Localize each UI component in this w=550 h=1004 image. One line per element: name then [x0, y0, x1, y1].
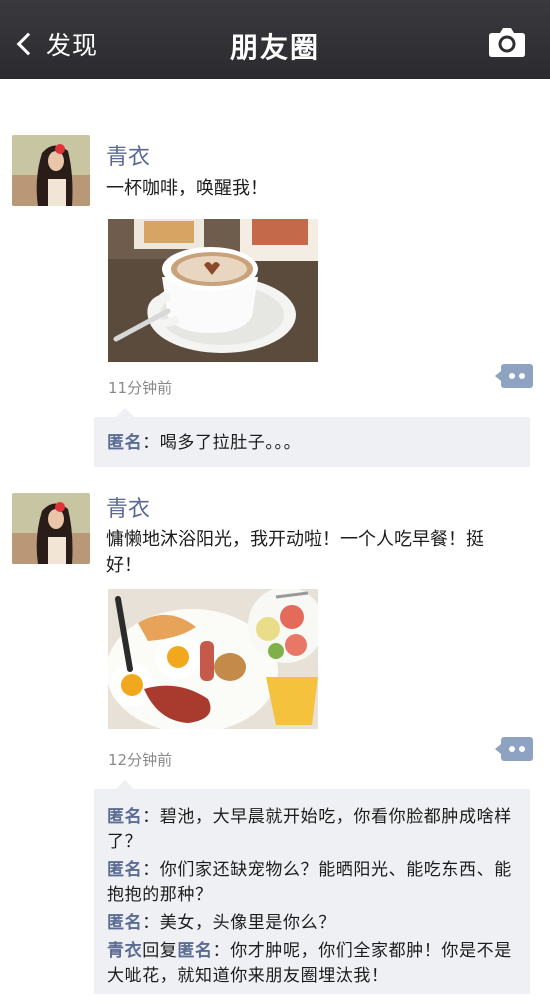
comment-button[interactable] [495, 364, 533, 388]
comment-text: ：美女，头像里是你么？ [142, 913, 336, 933]
post-author-name[interactable]: 青衣 [106, 139, 150, 171]
post-photo[interactable] [108, 589, 318, 729]
coffee-photo [108, 219, 318, 362]
top-nav-bar: 发现 朋友圈 [0, 0, 550, 79]
more-dot [509, 373, 515, 379]
comment-author[interactable]: 青衣 [107, 941, 142, 961]
camera-icon[interactable] [488, 26, 526, 58]
comment-button[interactable] [495, 737, 533, 761]
avatar-image [12, 493, 90, 564]
comment-item[interactable]: 匿名：美女，头像里是你么？ [94, 911, 530, 936]
more-dot [509, 746, 515, 752]
comment-text: ：碧池，大早晨就开始吃，你看你脸都肿成啥样了？ [107, 807, 512, 852]
post-photo[interactable] [108, 219, 318, 362]
avatar[interactable] [12, 493, 90, 564]
comment-text: ：你们家还缺宠物么？能晒阳光、能吃东西、能抱抱的那种？ [107, 860, 512, 905]
post-timestamp: 11分钟前 [108, 379, 173, 397]
reply-word: 回复 [142, 941, 178, 961]
comment-author[interactable]: 匿名 [107, 807, 142, 827]
post-text: 慵懒地沐浴阳光，我开动啦！一个人吃早餐！挺好！ [106, 529, 484, 576]
more-dot [519, 746, 525, 752]
post-author-name[interactable]: 青衣 [106, 491, 150, 523]
more-dot [519, 373, 525, 379]
post-text: 一杯咖啡，唤醒我！ [106, 178, 268, 199]
post-timestamp: 12分钟前 [108, 751, 173, 769]
avatar-image [12, 135, 90, 206]
comment-item[interactable]: 匿名：碧池，大早晨就开始吃，你看你脸都肿成啥样了？ [94, 805, 530, 855]
comment-item[interactable]: 匿名：喝多了拉肚子。。。 [94, 431, 530, 456]
comment-item[interactable]: 青衣回复匿名：你才肿呢，你们全家都肿！你是不是大呲花，就知道你来朋友圈埋汰我！ [94, 939, 530, 989]
comment-box: 匿名：碧池，大早晨就开始吃，你看你脸都肿成啥样了？ 匿名：你们家还缺宠物么？能晒… [94, 780, 530, 994]
comment-item[interactable]: 匿名：你们家还缺宠物么？能晒阳光、能吃东西、能抱抱的那种？ [94, 858, 530, 908]
reply-target[interactable]: 匿名 [177, 941, 212, 961]
avatar[interactable] [12, 135, 90, 206]
breakfast-photo [108, 589, 318, 729]
comment-text: ：喝多了拉肚子。。。 [142, 433, 302, 453]
comment-author[interactable]: 匿名 [107, 913, 142, 933]
page-title: 朋友圈 [229, 31, 320, 64]
comment-author[interactable]: 匿名 [107, 433, 142, 453]
comment-box: 匿名：喝多了拉肚子。。。 [94, 408, 530, 467]
comment-author[interactable]: 匿名 [107, 860, 142, 880]
